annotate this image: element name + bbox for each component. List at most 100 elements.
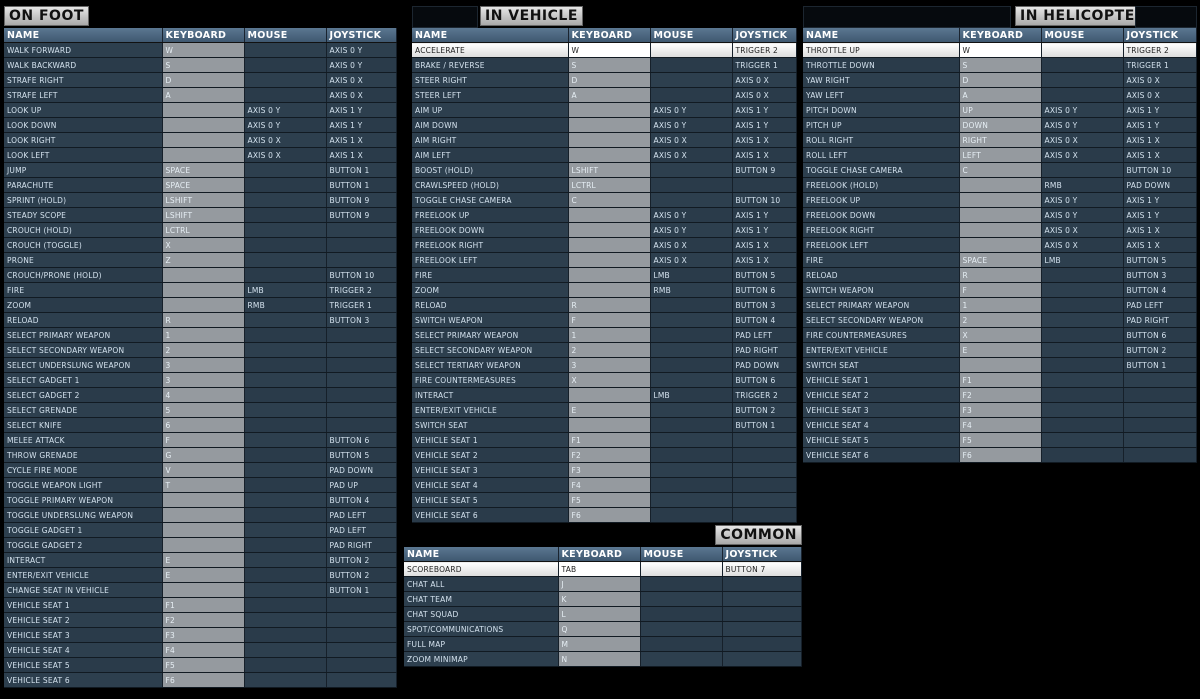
mouse-binding[interactable]	[640, 621, 723, 637]
joystick-binding[interactable]: TRIGGER 1	[1123, 57, 1197, 73]
keyboard-binding[interactable]: 5	[162, 402, 245, 418]
mouse-binding[interactable]	[650, 57, 733, 73]
keyboard-binding[interactable]	[568, 417, 651, 433]
mouse-binding[interactable]	[244, 507, 327, 523]
binding-row[interactable]: FREELOOK RIGHT AXIS 0 X AXIS 1 X	[412, 237, 797, 253]
binding-row[interactable]: FIRE COUNTERMEASURES X BUTTON 6	[412, 372, 797, 388]
binding-row[interactable]: SELECT GADGET 24	[4, 387, 397, 403]
mouse-binding[interactable]	[1041, 312, 1124, 328]
binding-row[interactable]: STEER RIGHT D AXIS 0 X	[412, 72, 797, 88]
keyboard-binding[interactable]	[162, 537, 245, 553]
binding-row[interactable]: VEHICLE SEAT 5 F5	[4, 657, 397, 673]
mouse-binding[interactable]	[650, 402, 733, 418]
joystick-binding[interactable]	[326, 657, 397, 673]
joystick-binding[interactable]	[326, 222, 397, 238]
mouse-binding[interactable]: AXIS 0 Y	[650, 222, 733, 238]
joystick-binding[interactable]	[326, 327, 397, 343]
keyboard-binding[interactable]: 2	[959, 312, 1042, 328]
mouse-binding[interactable]	[244, 192, 327, 208]
keyboard-binding[interactable]	[162, 582, 245, 598]
keyboard-binding[interactable]: F4	[959, 417, 1042, 433]
binding-row[interactable]: BRAKE / REVERSE S TRIGGER 1	[412, 57, 797, 73]
mouse-binding[interactable]	[1041, 57, 1124, 73]
mouse-binding[interactable]: RMB	[244, 297, 327, 313]
mouse-binding[interactable]	[650, 327, 733, 343]
binding-row[interactable]: SWITCH SEAT BUTTON 1	[803, 357, 1197, 373]
joystick-binding[interactable]: AXIS 0 X	[326, 72, 397, 88]
keyboard-binding[interactable]: A	[959, 87, 1042, 103]
mouse-binding[interactable]	[650, 357, 733, 373]
keyboard-binding[interactable]: Z	[162, 252, 245, 268]
mouse-binding[interactable]	[244, 222, 327, 238]
binding-row[interactable]: FREELOOK DOWN AXIS 0 Y AXIS 1 Y	[412, 222, 797, 238]
joystick-binding[interactable]	[1123, 387, 1197, 403]
joystick-binding[interactable]	[326, 252, 397, 268]
mouse-binding[interactable]: LMB	[650, 267, 733, 283]
binding-row[interactable]: TOGGLE CHASE CAMERA C BUTTON 10	[803, 162, 1197, 178]
mouse-binding[interactable]	[650, 177, 733, 193]
mouse-binding[interactable]: LMB	[1041, 252, 1124, 268]
mouse-binding[interactable]	[640, 576, 723, 592]
binding-row[interactable]: ACCELERATE W TRIGGER 2	[412, 42, 797, 58]
binding-row[interactable]: TOGGLE UNDERSLUNG WEAPON PAD LEFT	[4, 507, 397, 523]
binding-row[interactable]: THROTTLE UP W TRIGGER 2	[803, 42, 1197, 58]
binding-row[interactable]: VEHICLE SEAT 5 F5	[803, 432, 1197, 448]
mouse-binding[interactable]: AXIS 0 Y	[650, 117, 733, 133]
binding-row[interactable]: ENTER/EXIT VEHICLE E BUTTON 2	[4, 567, 397, 583]
col-header-mouse[interactable]: MOUSE	[650, 28, 733, 43]
mouse-binding[interactable]	[1041, 447, 1124, 463]
binding-row[interactable]: AIM RIGHT AXIS 0 X AXIS 1 X	[412, 132, 797, 148]
mouse-binding[interactable]	[650, 342, 733, 358]
mouse-binding[interactable]	[244, 357, 327, 373]
binding-row[interactable]: VEHICLE SEAT 1 F1	[803, 372, 1197, 388]
binding-row[interactable]: SWITCH WEAPON F BUTTON 4	[803, 282, 1197, 298]
joystick-binding[interactable]: BUTTON 3	[732, 297, 797, 313]
keyboard-binding[interactable]: D	[568, 72, 651, 88]
binding-row[interactable]: RELOAD R BUTTON 3	[803, 267, 1197, 283]
joystick-binding[interactable]: BUTTON 10	[732, 192, 797, 208]
joystick-binding[interactable]: AXIS 1 X	[732, 147, 797, 163]
mouse-binding[interactable]: AXIS 0 Y	[244, 102, 327, 118]
joystick-binding[interactable]	[326, 612, 397, 628]
binding-row[interactable]: LOOK UP AXIS 0 Y AXIS 1 Y	[4, 102, 397, 118]
keyboard-binding[interactable]: M	[558, 636, 641, 652]
binding-row[interactable]: ROLL LEFT LEFT AXIS 0 X AXIS 1 X	[803, 147, 1197, 163]
binding-row[interactable]: VEHICLE SEAT 5 F5	[412, 492, 797, 508]
keyboard-binding[interactable]	[162, 267, 245, 283]
mouse-binding[interactable]	[650, 312, 733, 328]
binding-row[interactable]: FREELOOK LEFT AXIS 0 X AXIS 1 X	[412, 252, 797, 268]
binding-row[interactable]: ENTER/EXIT VEHICLE E BUTTON 2	[412, 402, 797, 418]
joystick-binding[interactable]: AXIS 0 X	[732, 72, 797, 88]
mouse-binding[interactable]	[244, 72, 327, 88]
binding-row[interactable]: CRAWLSPEED (HOLD) LCTRL	[412, 177, 797, 193]
joystick-binding[interactable]	[732, 462, 797, 478]
binding-row[interactable]: CROUCH (TOGGLE) X	[4, 237, 397, 253]
col-header-keyboard[interactable]: KEYBOARD	[568, 28, 651, 43]
binding-row[interactable]: FREELOOK UP AXIS 0 Y AXIS 1 Y	[412, 207, 797, 223]
binding-row[interactable]: TOGGLE CHASE CAMERA C BUTTON 10	[412, 192, 797, 208]
keyboard-binding[interactable]: F5	[162, 657, 245, 673]
binding-row[interactable]: INTERACT LMB TRIGGER 2	[412, 387, 797, 403]
mouse-binding[interactable]	[640, 561, 723, 577]
joystick-binding[interactable]: BUTTON 2	[732, 402, 797, 418]
joystick-binding[interactable]	[722, 591, 802, 607]
col-header-name[interactable]: NAME	[412, 28, 569, 43]
col-header-keyboard[interactable]: KEYBOARD	[558, 547, 641, 562]
joystick-binding[interactable]: AXIS 1 Y	[732, 102, 797, 118]
joystick-binding[interactable]	[722, 606, 802, 622]
keyboard-binding[interactable]: SPACE	[162, 162, 245, 178]
joystick-binding[interactable]	[1123, 447, 1197, 463]
joystick-binding[interactable]	[326, 627, 397, 643]
binding-row[interactable]: PITCH UP DOWN AXIS 0 Y AXIS 1 Y	[803, 117, 1197, 133]
joystick-binding[interactable]: BUTTON 1	[326, 177, 397, 193]
keyboard-binding[interactable]	[162, 147, 245, 163]
keyboard-binding[interactable]	[959, 237, 1042, 253]
keyboard-binding[interactable]: LSHIFT	[162, 192, 245, 208]
keyboard-binding[interactable]: 2	[568, 342, 651, 358]
binding-row[interactable]: VEHICLE SEAT 6 F6	[412, 507, 797, 523]
mouse-binding[interactable]	[1041, 432, 1124, 448]
keyboard-binding[interactable]: LCTRL	[568, 177, 651, 193]
keyboard-binding[interactable]: SPACE	[162, 177, 245, 193]
keyboard-binding[interactable]	[959, 177, 1042, 193]
mouse-binding[interactable]	[244, 522, 327, 538]
